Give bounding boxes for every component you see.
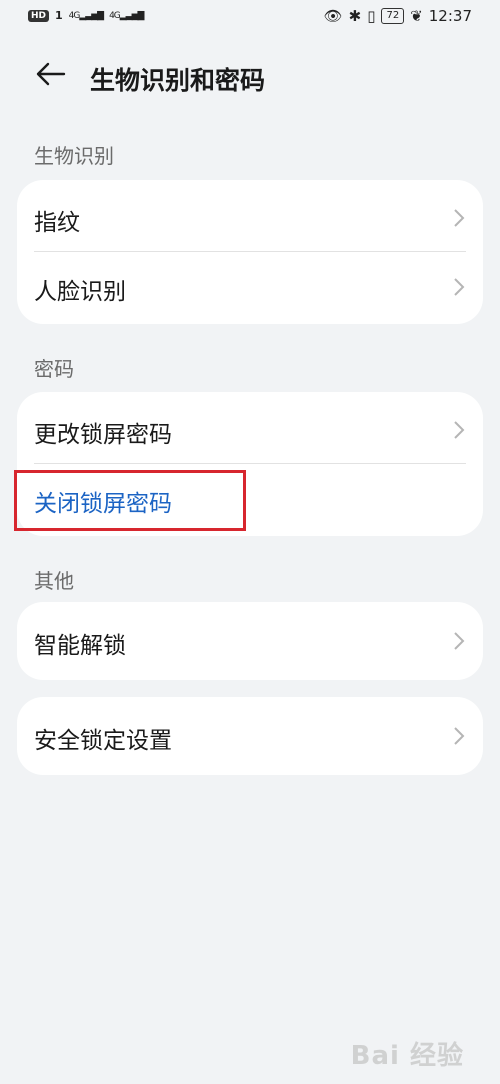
- bluetooth-icon: ✱: [348, 7, 362, 25]
- smart-unlock-label: 智能解锁: [34, 633, 126, 659]
- chevron-right-icon: [454, 209, 465, 227]
- watermark: Bai 经验: [350, 1041, 464, 1071]
- smart-unlock-item[interactable]: 智能解锁: [17, 606, 483, 676]
- signal-icon-2: 4G▂▃▅▇: [109, 10, 144, 21]
- vibrate-icon: ▯: [367, 7, 376, 25]
- security-lock-settings-label: 安全锁定设置: [34, 728, 172, 754]
- network-type: 4G: [68, 10, 81, 21]
- fingerprint-label: 指纹: [34, 210, 80, 236]
- biometrics-card: 指纹 人脸识别: [17, 180, 483, 324]
- status-bar: HD 1 4G▂▃▅▇ 4G▂▃▅▇ 👁 ✱ ▯ 72 ❦ 12:37: [0, 0, 500, 36]
- signal-icon: 4G▂▃▅▇: [68, 10, 104, 21]
- eye-icon: 👁: [323, 7, 343, 25]
- security-lock-settings-item[interactable]: 安全锁定设置: [17, 701, 483, 771]
- clock: 12:37: [428, 7, 472, 25]
- chevron-right-icon: [454, 278, 465, 296]
- other-card: 智能解锁: [17, 602, 483, 680]
- back-arrow-icon[interactable]: [34, 60, 66, 88]
- page-header: 生物识别和密码: [0, 50, 500, 100]
- section-label-password: 密码: [34, 357, 74, 381]
- section-label-other: 其他: [34, 569, 74, 593]
- security-card: 安全锁定设置: [17, 697, 483, 775]
- chevron-right-icon: [454, 727, 465, 745]
- leaf-icon: ❦: [410, 7, 423, 25]
- network-type-2: 4G: [109, 10, 121, 21]
- change-lock-password-item[interactable]: 更改锁屏密码: [17, 395, 483, 465]
- battery-icon: 72: [381, 8, 405, 24]
- chevron-right-icon: [454, 421, 465, 439]
- disable-lock-password-label: 关闭锁屏密码: [34, 491, 172, 517]
- section-label-biometrics: 生物识别: [34, 144, 114, 168]
- hd-badge: HD: [28, 9, 50, 22]
- status-right: 👁 ✱ ▯ 72 ❦ 12:37: [324, 7, 472, 25]
- chevron-right-icon: [454, 632, 465, 650]
- change-lock-password-label: 更改锁屏密码: [34, 422, 172, 448]
- page-title: 生物识别和密码: [90, 66, 266, 95]
- disable-lock-password-item[interactable]: 关闭锁屏密码: [17, 464, 483, 534]
- status-left: HD 1 4G▂▃▅▇ 4G▂▃▅▇: [28, 9, 144, 22]
- face-recognition-item[interactable]: 人脸识别: [17, 252, 483, 322]
- sim-number: 1: [55, 9, 63, 22]
- password-card: 更改锁屏密码 关闭锁屏密码: [17, 392, 483, 536]
- face-recognition-label: 人脸识别: [34, 279, 126, 305]
- fingerprint-item[interactable]: 指纹: [17, 183, 483, 253]
